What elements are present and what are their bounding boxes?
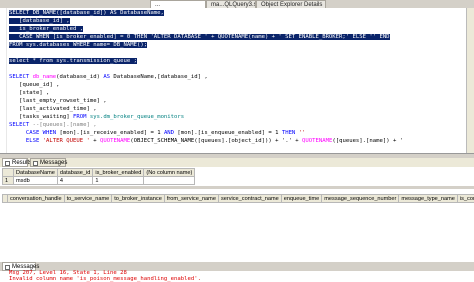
column-header[interactable]: service_contract_name [217,194,282,203]
code-token: CASE WHEN [25,130,60,136]
code-token: DatabaseName,[database_id] , [113,74,208,80]
code-token: [mon].[is_enqueue_enabled] = 1 [177,130,282,136]
column-header[interactable]: is_broker_enabled [92,168,145,177]
code-token: db_name [32,74,57,80]
grid-header-row: conversation_handle to_service_name to_b… [2,194,474,203]
table-cell[interactable]: 4 [56,176,94,185]
code-line[interactable]: [queue_id] , [9,81,60,89]
code-token: SELECT DB_NAME([database_id]) AS Databas… [9,10,164,16]
column-header[interactable]: enqueue_time [280,194,323,203]
tab-messages[interactable]: Messages [30,158,68,167]
code-token: [last_empty_rowset_time] , [9,98,107,104]
code-token: (database_id) [56,74,104,80]
tab-results[interactable]: Results [2,158,32,167]
code-token: QUOTENAME [302,138,333,144]
code-token: QUOTENAME [99,138,131,144]
code-line[interactable]: SELECT --[queues].[name] , [9,121,97,129]
code-token: 'ALTER QUEUE ' [42,138,94,144]
column-header[interactable]: message_type_name [398,194,458,203]
code-token: ELSE [25,138,43,144]
grid-separator [0,186,474,189]
row-number: 1 [2,176,14,185]
code-line[interactable]: FROM sys.databases WHERE name= DB_NAME()… [9,41,148,49]
editor-margin [0,8,7,153]
code-token: select * from sys.transmission_queue ; [9,58,137,64]
code-token: + [93,138,100,144]
query-editor[interactable]: SELECT DB_NAME([database_id]) AS Databas… [0,8,474,153]
editor-vertical-scrollbar[interactable] [466,8,474,153]
error-message-line: Invalid column name 'is_poison_message_h… [9,276,201,282]
code-line[interactable]: ELSE 'ALTER QUEUE ' + QUOTENAME(OBJECT_S… [9,137,403,145]
row-header-corner [2,168,14,177]
code-token: THEN [281,130,299,136]
code-token: [state] , [9,90,50,96]
result-grid-1[interactable]: DatabaseName database_id is_broker_enabl… [2,168,196,185]
table-cell[interactable] [143,176,196,185]
table-cell[interactable]: 1 [92,176,145,185]
code-token: [tasks_waiting] [9,114,73,120]
code-token: [mon].[is_receive_enabled] = 1 [59,130,164,136]
result-grid-2[interactable]: conversation_handle to_service_name to_b… [2,194,474,203]
tab-query-active[interactable]: ... [150,0,206,8]
column-header[interactable]: to_service_name [63,194,113,203]
code-line[interactable]: is_broker_enabled , [9,25,84,33]
code-token: SELECT [9,74,33,80]
table-row[interactable]: 1 msdb 4 1 [2,176,196,185]
code-token: ([queues].[name]) + ' [332,138,404,144]
code-line[interactable]: [state] , [9,89,49,97]
code-line[interactable]: SELECT DB_NAME([database_id]) AS Databas… [9,9,164,17]
column-header[interactable]: is_conve [456,194,474,203]
code-line[interactable]: CASE WHEN [is_broker_enabled] = 0 THEN '… [9,33,390,41]
code-line[interactable]: [database_id] , [9,17,70,25]
code-token: AS [103,74,114,80]
column-header[interactable]: (No column name) [143,168,196,177]
code-token: --[queues].[name] , [32,122,97,128]
tab-messages-label: Messages [40,160,68,166]
code-line[interactable]: select * from sys.transmission_queue ; [9,57,137,65]
code-token: SELECT [9,122,33,128]
column-header[interactable]: message_sequence_number [321,194,400,203]
results-tab-strip: Results Messages [0,158,474,167]
code-token: FROM sys.databases WHERE name= DB_NAME()… [9,42,148,48]
results-pane: DatabaseName database_id is_broker_enabl… [0,167,474,262]
tab-results-label: Results [12,160,33,166]
code-token: (OBJECT_SCHEMA_NAME([queues].[object_id]… [130,138,303,144]
tab-query3[interactable]: ma...QLQuery3.sql* [206,0,256,8]
messages-pane: Msg 207, Level 16, State 1, Line 28 Inva… [0,270,474,282]
code-token: [queue_id] , [9,82,60,88]
code-token: [last_activated_time] , [9,106,97,112]
code-line[interactable]: [last_empty_rowset_time] , [9,97,107,105]
code-token: sys.dm_broker_queue_monitors [89,114,185,120]
code-token: is_broker_enabled , [9,26,84,32]
code-token: [database_id] , [9,18,70,24]
code-line[interactable]: [tasks_waiting] FROM sys.dm_broker_queue… [9,113,184,121]
code-line[interactable]: CASE WHEN [mon].[is_receive_enabled] = 1… [9,129,306,137]
message-icon [33,161,38,166]
column-header[interactable]: to_broker_instance [111,194,165,203]
code-token: '' [298,130,306,136]
grid-header-row: DatabaseName database_id is_broker_enabl… [2,168,196,177]
code-line[interactable]: SELECT db_name(database_id) AS DatabaseN… [9,73,208,81]
code-token: CASE WHEN [is_broker_enabled] = 0 THEN '… [9,34,390,40]
column-header[interactable]: conversation_handle [7,194,65,203]
grid-icon [5,161,10,166]
code-area[interactable]: SELECT DB_NAME([database_id]) AS Databas… [9,8,466,153]
column-header[interactable]: from_service_name [163,194,219,203]
column-header[interactable]: DatabaseName [13,168,58,177]
table-cell[interactable]: msdb [13,176,58,185]
code-line[interactable]: [last_activated_time] , [9,105,97,113]
document-tab-strip: ... ma...QLQuery3.sql* Object Explorer D… [0,0,474,8]
code-token: AND [163,130,178,136]
column-header[interactable]: database_id [56,168,94,177]
tab-object-explorer-details[interactable]: Object Explorer Details [256,0,326,8]
code-token: FROM [73,114,90,120]
